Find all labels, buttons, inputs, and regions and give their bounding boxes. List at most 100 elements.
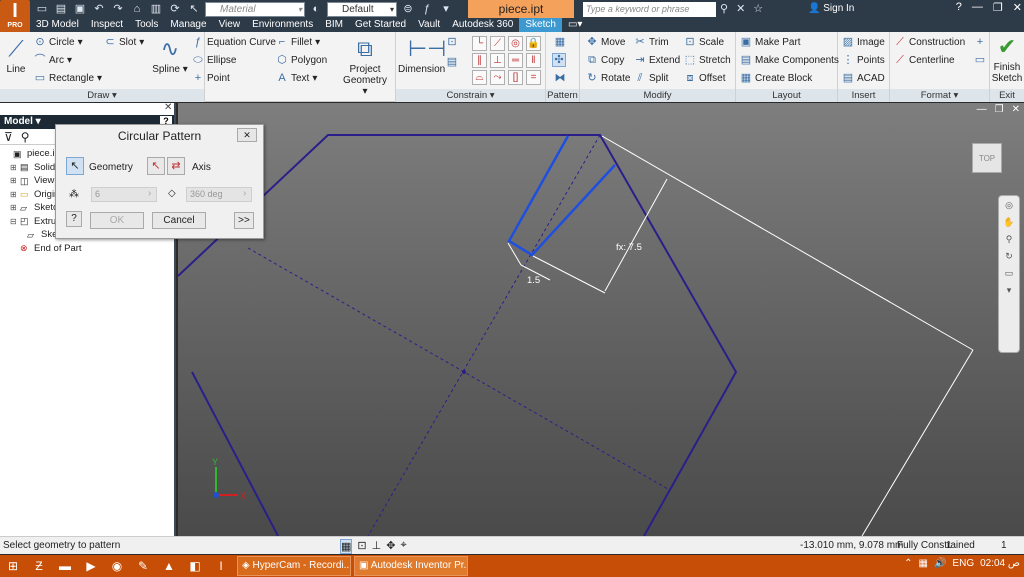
- line-button[interactable]: ⟋ Line: [2, 36, 30, 75]
- dimension-extension-long[interactable]: [601, 135, 974, 351]
- rectangle-button[interactable]: ▭ Rectangle ▾: [34, 72, 102, 84]
- centerline-button[interactable]: ⟋ Centerline: [894, 54, 954, 66]
- dimension-button[interactable]: ⊢⊣ Dimension: [398, 36, 446, 75]
- filter-icon[interactable]: ⊽: [4, 130, 13, 144]
- expand-toggle-icon[interactable]: ⊟: [10, 215, 18, 229]
- inventor-logo[interactable]: I PRO: [0, 0, 30, 34]
- mirror-button[interactable]: ⧓: [554, 72, 566, 84]
- find-icon[interactable]: ⚲: [21, 130, 30, 144]
- vlc-icon[interactable]: ▲: [156, 555, 182, 577]
- hypercam-task[interactable]: ◈ HyperCam - Recordi...: [237, 556, 351, 576]
- more-options-button[interactable]: >>: [234, 212, 254, 229]
- collinear-icon[interactable]: ⟋: [490, 36, 505, 51]
- create-block-button[interactable]: ▦ Create Block: [740, 72, 812, 84]
- extend-button[interactable]: ⇥ Extend: [634, 54, 680, 66]
- rotate-button[interactable]: ↻ Rotate: [586, 72, 630, 84]
- concentric-icon[interactable]: ◎: [508, 36, 523, 51]
- construction-button[interactable]: ⟋ Construction: [894, 36, 965, 48]
- measure-icon[interactable]: ⊜: [400, 2, 416, 17]
- fix-icon[interactable]: 🔒: [526, 36, 541, 51]
- ribbon-toggle-icon[interactable]: ▭▾: [562, 18, 588, 32]
- material-combo[interactable]: Material ▾: [205, 1, 305, 17]
- tab-inspect[interactable]: Inspect: [85, 18, 129, 32]
- tab-vault[interactable]: Vault: [412, 18, 446, 32]
- move-button[interactable]: ✥ Move: [586, 36, 625, 48]
- coincident-icon[interactable]: └: [472, 36, 487, 51]
- symmetric-icon[interactable]: []: [508, 70, 523, 85]
- center-point-button[interactable]: +: [974, 36, 986, 48]
- hexagon-edge-lower-left[interactable]: [191, 371, 279, 536]
- grid-snap-icon[interactable]: ▦: [340, 539, 353, 554]
- tab-3d-model[interactable]: 3D Model: [30, 18, 85, 32]
- restore-icon[interactable]: ❐: [993, 1, 1003, 14]
- center-point[interactable]: [462, 370, 466, 374]
- update-icon[interactable]: ⟳: [167, 2, 183, 17]
- dimension-length-label[interactable]: fx: 7.5: [616, 242, 642, 253]
- zoom-icon[interactable]: ⚲: [1006, 234, 1013, 245]
- sign-in-button[interactable]: 👤 Sign In: [808, 3, 854, 14]
- scale-button[interactable]: ⊡ Scale: [684, 36, 724, 48]
- constrain-panel-label[interactable]: Constrain ▾: [396, 89, 545, 102]
- smooth-icon[interactable]: ⤳: [490, 70, 505, 85]
- format-panel-label[interactable]: Format ▾: [890, 89, 989, 102]
- help-icon[interactable]: ?: [956, 1, 962, 14]
- dimension-extension-short[interactable]: [532, 255, 606, 294]
- tools-taskbar-icon[interactable]: ✎: [130, 555, 156, 577]
- look-at-icon[interactable]: ▭: [1005, 268, 1014, 279]
- tab-bim[interactable]: BIM: [319, 18, 349, 32]
- horizontal-icon[interactable]: ═: [508, 53, 523, 68]
- offset-button[interactable]: ⧈ Offset: [684, 72, 726, 84]
- filezilla-icon[interactable]: Ƶ: [26, 555, 52, 577]
- tab-environments[interactable]: Environments: [246, 18, 319, 32]
- draw-panel-label[interactable]: Draw ▾: [0, 89, 204, 102]
- tab-sketch[interactable]: Sketch: [519, 18, 562, 32]
- geometry-select-button[interactable]: ↖: [66, 157, 84, 175]
- appearance-combo[interactable]: Default ▾: [327, 1, 397, 17]
- view-cube[interactable]: TOP: [972, 143, 1002, 173]
- text-button[interactable]: A Text ▾: [276, 72, 317, 84]
- dimension-width-label[interactable]: 1.5: [527, 275, 540, 286]
- open-icon[interactable]: ▤: [53, 2, 69, 17]
- nav-settings-icon[interactable]: ▾: [1007, 285, 1012, 296]
- clock[interactable]: 02:04 ص: [980, 558, 1020, 569]
- equation-curve-button[interactable]: ƒ Equation Curve: [192, 36, 276, 48]
- network-icon[interactable]: ▦: [919, 558, 928, 569]
- taskbar-app-icon[interactable]: ◧: [182, 555, 208, 577]
- binoculars-icon[interactable]: ⚲: [720, 2, 728, 15]
- tab-manage[interactable]: Manage: [164, 18, 212, 32]
- close-icon[interactable]: ✕: [1013, 1, 1022, 14]
- minimize-icon[interactable]: —: [972, 1, 983, 14]
- dialog-help-button[interactable]: ?: [66, 211, 82, 227]
- axis-select-button[interactable]: ↖: [147, 157, 165, 175]
- tangent-icon[interactable]: ⌓: [472, 70, 487, 85]
- save-icon[interactable]: ▣: [72, 2, 88, 17]
- perpendicular-icon[interactable]: ⊥: [490, 53, 505, 68]
- acad-button[interactable]: ▤ ACAD: [842, 72, 885, 84]
- select-icon[interactable]: ↖: [186, 2, 202, 17]
- tab-tools[interactable]: Tools: [129, 18, 164, 32]
- inventor-taskbar-icon[interactable]: I: [208, 555, 234, 577]
- split-button[interactable]: ⫽ Split: [634, 72, 669, 84]
- trim-button[interactable]: ✂ Trim: [634, 36, 668, 48]
- polygon-button[interactable]: ⬡ Polygon: [276, 54, 327, 66]
- circular-pattern-button[interactable]: ✣: [552, 53, 566, 67]
- image-button[interactable]: ▨ Image: [842, 36, 885, 48]
- star-icon[interactable]: ☆: [753, 2, 763, 15]
- equal-icon[interactable]: =: [526, 70, 541, 85]
- rectangular-pattern-button[interactable]: ▦: [554, 36, 566, 48]
- media-player-icon[interactable]: ▶: [78, 555, 104, 577]
- circle-button[interactable]: ⊙ Circle ▾: [34, 36, 82, 48]
- expand-toggle-icon[interactable]: ⊞: [10, 161, 18, 175]
- dof-icon[interactable]: ✥: [386, 539, 395, 554]
- start-icon[interactable]: ⊞: [0, 555, 26, 577]
- orbit-icon[interactable]: ↻: [1005, 251, 1013, 262]
- expand-toggle-icon[interactable]: ⊞: [10, 201, 18, 215]
- print-icon[interactable]: ▥: [148, 2, 164, 17]
- pan-icon[interactable]: ✋: [1003, 217, 1014, 228]
- vertical-icon[interactable]: ‖: [526, 53, 541, 68]
- slot-rectangle[interactable]: [507, 135, 616, 257]
- angle-arrow-icon[interactable]: ›: [243, 188, 246, 199]
- fx-icon[interactable]: ƒ: [419, 2, 435, 17]
- steering-wheel-icon[interactable]: ◎: [1005, 200, 1013, 211]
- auto-dimension-button[interactable]: ⊡: [446, 36, 458, 48]
